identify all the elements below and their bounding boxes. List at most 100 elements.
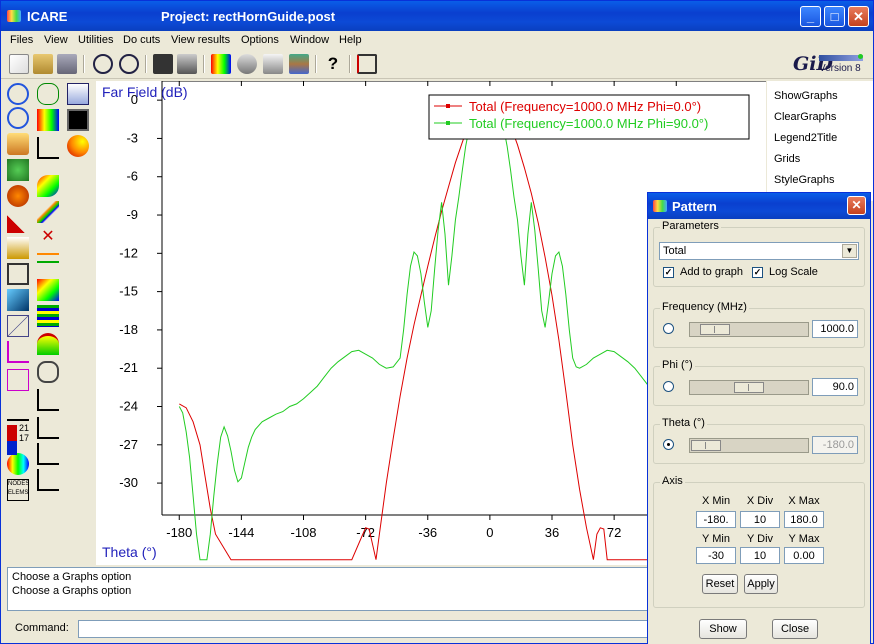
stripes-icon[interactable] [37,305,59,327]
menu-do-cuts[interactable]: Do cuts [123,34,160,46]
dialog-close-button[interactable]: Close [772,619,818,639]
arrows-icon[interactable] [37,253,59,275]
binoculars-icon[interactable] [153,54,173,74]
shape-icon[interactable] [37,361,59,383]
zoom-frame-icon[interactable] [7,107,29,129]
add-to-graph-checkbox[interactable]: ✓ [663,267,674,278]
graph-border-icon[interactable] [37,443,59,465]
frequency-label: Frequency (MHz) [660,301,749,313]
y-axis-label: Far Field (dB) [102,84,188,100]
exit-icon[interactable] [357,54,377,74]
phi-slider-thumb[interactable] [734,382,764,393]
style-graphs-item[interactable]: StyleGraphs [774,174,835,186]
theta-value-field[interactable]: -180.0 [812,436,858,454]
print-icon[interactable] [177,54,197,74]
menu-view-results[interactable]: View results [171,34,230,46]
menu-utilities[interactable]: Utilities [78,34,113,46]
theta-radio[interactable] [663,439,674,450]
graph-point-icon[interactable] [37,417,59,439]
phi-slider[interactable] [689,380,809,395]
box-icon[interactable] [7,263,29,285]
y-min-field[interactable]: -30 [696,547,736,564]
phi-value-field[interactable]: 90.0 [812,378,858,396]
arrow-icon[interactable] [7,211,29,233]
project-title: Project: rectHornGuide.post [161,9,336,24]
menu-help[interactable]: Help [339,34,362,46]
graph-color-icon[interactable] [37,109,59,131]
menu-view[interactable]: View [44,34,68,46]
theta-slider[interactable] [689,438,809,453]
show-graphs-item[interactable]: ShowGraphs [774,90,838,102]
log-scale-checkbox[interactable]: ✓ [752,267,763,278]
legend-value: 17 [19,433,30,443]
arc-icon[interactable] [37,333,59,355]
triangle-icon[interactable] [7,341,29,363]
toolbar-separator [315,55,317,73]
y-max-field[interactable]: 0.00 [784,547,824,564]
y-div-field[interactable]: 10 [740,547,780,564]
toolbar-separator [83,55,85,73]
minimize-button[interactable]: _ [800,6,821,27]
parameter-select[interactable]: Total ▼ [659,242,859,260]
render-icon[interactable] [7,185,29,207]
zoom-in-icon[interactable] [93,54,113,74]
color-scale-icon[interactable] [7,453,29,475]
menu-options[interactable]: Options [241,34,279,46]
pattern-close-icon[interactable]: ✕ [847,196,866,215]
contour-icon[interactable] [7,369,29,391]
new-icon[interactable] [9,54,29,74]
graph-axes-icon[interactable] [37,137,59,159]
wireframe-icon[interactable] [37,83,59,105]
pattern-title-bar[interactable]: Pattern ✕ [648,193,870,219]
apply-button[interactable]: Apply [744,574,778,594]
surface-icon[interactable] [237,54,257,74]
maximize-button[interactable]: □ [824,6,845,27]
pan-icon[interactable] [7,133,29,155]
x-axis-label: Theta (°) [102,544,157,560]
x-max-field[interactable]: 180.0 [784,511,824,528]
frequency-slider-thumb[interactable] [699,324,730,335]
nodes-elems-icon[interactable]: NODES ELEMS [7,479,29,501]
grids-item[interactable]: Grids [774,153,800,165]
graph-window-icon[interactable] [67,109,89,131]
postprocess-icon[interactable] [263,54,283,74]
show-button[interactable]: Show [699,619,747,639]
save-icon[interactable] [57,54,77,74]
layers-icon[interactable] [289,54,309,74]
contour-fill-icon[interactable] [37,279,59,301]
y-tick-label: -15 [119,284,138,299]
zoom-icon[interactable] [7,83,29,105]
theta-slider-thumb[interactable] [691,440,721,451]
frequency-radio[interactable] [663,323,674,334]
rainbow-icon[interactable] [37,175,59,197]
clear-graphs-item[interactable]: ClearGraphs [774,111,836,123]
color-ball-icon[interactable] [67,135,89,157]
graph-line-icon[interactable] [37,389,59,411]
geometry-icon[interactable] [7,315,29,337]
phi-radio[interactable] [663,381,674,392]
menu-files[interactable]: Files [10,34,33,46]
stream-icon[interactable] [37,201,59,223]
frequency-value-field[interactable]: 1000.0 [812,320,858,338]
x-div-field[interactable]: 10 [740,511,780,528]
frequency-slider[interactable] [689,322,809,337]
chevron-down-icon[interactable]: ▼ [842,244,857,258]
zoom-out-icon[interactable] [119,54,139,74]
cross-icon[interactable]: ✕ [37,227,59,249]
x-min-field[interactable]: -180. [696,511,736,528]
menu-window[interactable]: Window [290,34,329,46]
reset-button[interactable]: Reset [702,574,738,594]
title-bar[interactable]: ICARE Project: rectHornGuide.post _ □ ✕ [1,1,873,31]
scissors-icon[interactable] [7,399,29,421]
graph-brush-icon[interactable] [37,469,59,491]
close-button[interactable]: ✕ [848,6,869,27]
mesh-icon[interactable] [7,289,29,311]
redraw-icon[interactable] [7,159,29,181]
view-icon[interactable] [67,83,89,105]
help-icon[interactable]: ? [323,54,343,74]
color-bar-icon[interactable] [211,54,231,74]
legend2title-item[interactable]: Legend2Title [774,132,837,144]
open-icon[interactable] [33,54,53,74]
light-icon[interactable] [7,237,29,259]
x-tick-label: -72 [356,525,375,540]
